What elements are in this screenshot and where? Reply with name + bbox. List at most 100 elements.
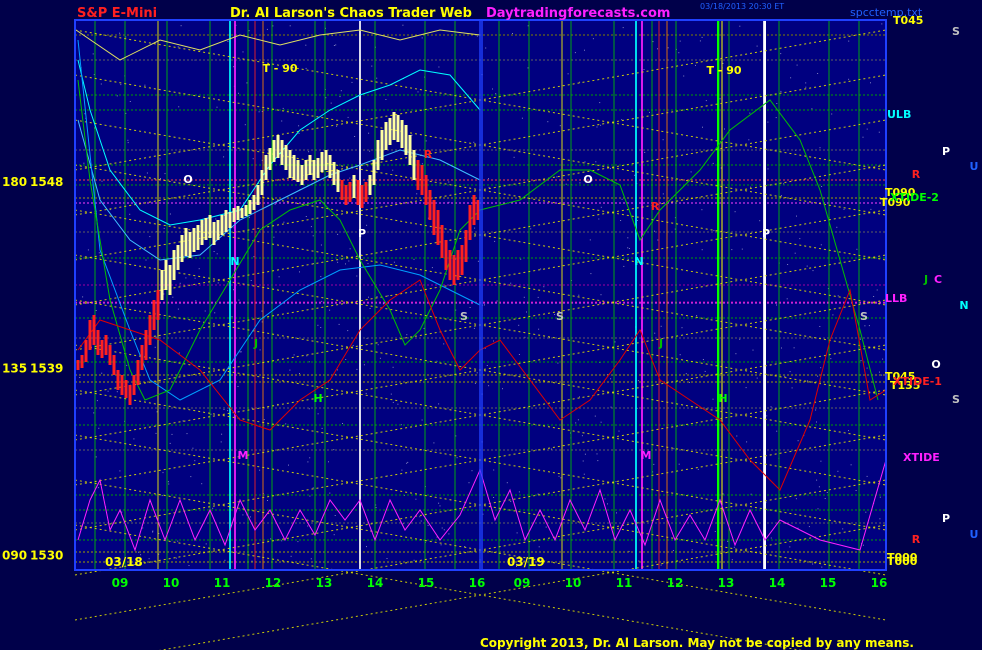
x-hour-label: 16	[469, 576, 486, 590]
star-dot	[678, 463, 680, 465]
star-dot	[600, 124, 602, 126]
star-dot	[96, 400, 98, 402]
x-hour-label: 14	[367, 576, 384, 590]
star-dot	[242, 514, 244, 516]
price-bar	[180, 235, 184, 262]
x-hour-label: 09	[112, 576, 129, 590]
star-dot	[488, 385, 490, 387]
star-dot	[417, 91, 419, 93]
star-dot	[518, 354, 520, 355]
star-dot	[627, 247, 629, 249]
star-dot	[339, 96, 341, 98]
star-dot	[161, 495, 163, 497]
x-date-label: 03/18	[105, 555, 143, 569]
star-dot	[369, 150, 371, 152]
star-dot	[673, 448, 675, 450]
y-label-angle: 090	[2, 548, 27, 562]
star-dot	[307, 525, 309, 527]
margin-marker-j: J	[923, 273, 928, 286]
star-dot	[752, 349, 754, 351]
star-dot	[221, 433, 223, 435]
star-dot	[369, 308, 371, 309]
price-bar	[360, 185, 364, 208]
chart-marker-n: N	[634, 255, 643, 268]
price-bar	[216, 220, 220, 240]
star-dot	[297, 541, 299, 543]
star-dot	[439, 505, 441, 507]
star-dot	[847, 318, 849, 320]
star-dot	[415, 498, 417, 500]
star-dot	[767, 168, 769, 170]
star-dot	[584, 49, 585, 51]
star-dot	[248, 216, 250, 218]
y-label-angle: 180	[2, 175, 27, 189]
price-bar	[296, 160, 300, 182]
star-dot	[786, 298, 788, 300]
star-dot	[600, 206, 602, 208]
x-hour-label: 15	[820, 576, 837, 590]
star-dot	[227, 410, 229, 412]
star-dot	[704, 370, 706, 372]
star-dot	[352, 345, 354, 347]
margin-marker-r: R	[912, 168, 921, 181]
copyright: Copyright 2013, Dr. Al Larson. May not b…	[480, 636, 914, 650]
star-dot	[672, 550, 674, 551]
star-dot	[581, 435, 583, 437]
star-dot	[336, 369, 338, 371]
star-dot	[791, 387, 793, 389]
price-bar	[228, 212, 232, 228]
star-dot	[172, 296, 174, 298]
star-dot	[266, 28, 268, 30]
x-hour-label: 10	[565, 576, 582, 590]
star-dot	[367, 263, 369, 265]
star-dot	[843, 208, 845, 210]
star-dot	[793, 347, 795, 349]
price-bar	[440, 225, 444, 258]
star-dot	[116, 391, 118, 393]
star-dot	[227, 40, 229, 42]
price-bar	[324, 150, 328, 170]
price-bar	[372, 160, 376, 185]
star-dot	[376, 296, 378, 298]
star-dot	[695, 64, 696, 66]
price-bar	[252, 195, 256, 210]
star-dot	[848, 78, 850, 80]
price-bar	[156, 290, 160, 320]
star-dot	[736, 435, 738, 437]
price-bar	[392, 112, 396, 140]
price-bar	[204, 218, 208, 240]
star-dot	[592, 38, 594, 40]
right-label-xtide-1: XTIDE-1	[893, 375, 942, 388]
star-dot	[392, 366, 394, 368]
star-dot	[816, 479, 818, 481]
star-dot	[421, 37, 423, 39]
star-dot	[433, 442, 435, 444]
star-dot	[767, 121, 769, 123]
star-dot	[638, 560, 640, 562]
star-dot	[873, 296, 875, 297]
margin-marker-p: P	[942, 145, 950, 158]
star-dot	[824, 498, 826, 499]
star-dot	[649, 111, 650, 113]
star-dot	[701, 249, 703, 251]
star-dot	[796, 215, 797, 217]
price-bar	[288, 150, 292, 178]
star-dot	[431, 267, 433, 269]
star-dot	[870, 82, 871, 84]
chart-marker-m: M	[238, 449, 249, 462]
star-dot	[530, 228, 532, 230]
star-dot	[333, 534, 335, 536]
star-dot	[856, 248, 858, 250]
price-bar	[100, 340, 104, 358]
star-dot	[495, 93, 497, 95]
star-dot	[167, 481, 169, 483]
price-bar	[464, 230, 468, 262]
star-dot	[246, 82, 248, 84]
star-dot	[178, 352, 180, 354]
star-dot	[366, 224, 368, 226]
star-dot	[180, 25, 182, 27]
star-dot	[683, 75, 685, 77]
price-bar	[388, 118, 392, 145]
star-dot	[780, 195, 782, 197]
star-dot	[818, 486, 820, 488]
